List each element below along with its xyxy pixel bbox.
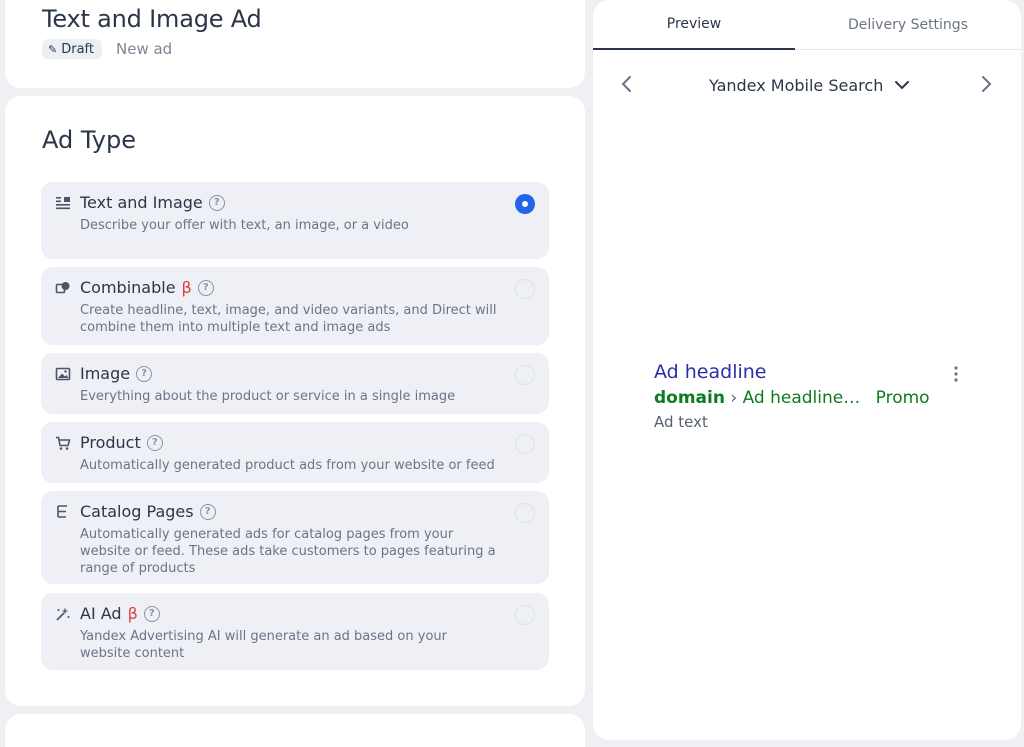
catalog-tree-icon xyxy=(55,504,71,520)
help-icon[interactable]: ? xyxy=(146,434,163,451)
help-icon[interactable]: ? xyxy=(197,279,214,296)
help-icon[interactable]: ? xyxy=(208,194,225,211)
chevron-right-icon[interactable] xyxy=(974,72,998,96)
option-title: Catalog Pages ? xyxy=(80,502,216,521)
help-icon[interactable]: ? xyxy=(143,605,160,622)
ad-url: domain › Ad headline… Promo xyxy=(654,386,994,410)
option-title: Image ? xyxy=(80,364,153,383)
option-description: Yandex Advertising AI will generate an a… xyxy=(80,629,447,661)
preview-panel: Preview Delivery Settings Yandex Mobile … xyxy=(593,0,1021,740)
tab-preview[interactable]: Preview xyxy=(593,0,795,50)
radio-button[interactable] xyxy=(515,279,535,299)
combine-shapes-icon xyxy=(55,280,71,296)
next-section-card xyxy=(5,714,585,747)
option-title-text: Catalog Pages xyxy=(80,502,194,521)
ad-promo: Promo xyxy=(875,388,930,408)
ad-url-path: Ad headline… xyxy=(742,388,861,408)
preview-tabs: Preview Delivery Settings xyxy=(593,0,1021,50)
pencil-icon: ✎ xyxy=(48,42,58,56)
radio-button[interactable] xyxy=(515,434,535,454)
beta-badge: β xyxy=(181,278,192,297)
option-title-text: Combinable xyxy=(80,278,176,297)
help-icon[interactable]: ? xyxy=(199,503,216,520)
radio-button[interactable] xyxy=(515,605,535,625)
ad-type-option-text-and-image[interactable]: Text and Image ? Describe your offer wit… xyxy=(41,182,549,259)
ad-type-option-image[interactable]: Image ? Everything about the product or … xyxy=(41,353,549,414)
tab-delivery-settings[interactable]: Delivery Settings xyxy=(807,0,1009,50)
image-icon xyxy=(55,366,71,382)
text-lines-icon xyxy=(55,195,71,211)
ad-name-label: New ad xyxy=(116,40,173,58)
more-vertical-icon[interactable] xyxy=(949,364,963,384)
beta-badge: β xyxy=(127,604,138,623)
ad-header-card: Text and Image Ad ✎ Draft New ad xyxy=(5,0,585,88)
radio-button[interactable] xyxy=(515,365,535,385)
cart-icon xyxy=(55,435,71,451)
section-title: Ad Type xyxy=(42,126,136,154)
radio-button-selected[interactable] xyxy=(515,194,535,214)
option-title: Text and Image ? xyxy=(80,193,225,212)
chevron-left-icon[interactable] xyxy=(615,72,639,96)
ad-type-card: Ad Type Text and Image ? Describe your o… xyxy=(5,96,585,706)
ad-type-option-combinable[interactable]: Combinable β ? Create headline, text, im… xyxy=(41,267,549,345)
option-description: Describe your offer with text, an image,… xyxy=(80,218,409,233)
option-description: Automatically generated ads for catalog … xyxy=(80,527,496,576)
option-description: Create headline, text, image, and video … xyxy=(80,303,497,335)
option-title: Combinable β ? xyxy=(80,278,214,297)
option-title: AI Ad β ? xyxy=(80,604,160,623)
status-badge: ✎ Draft xyxy=(42,39,102,59)
option-title-text: Image xyxy=(80,364,131,383)
device-select[interactable]: Yandex Mobile Search xyxy=(709,73,911,97)
option-title-text: AI Ad xyxy=(80,604,122,623)
help-icon[interactable]: ? xyxy=(136,365,153,382)
ad-type-option-catalog-pages[interactable]: Catalog Pages ? Automatically generated … xyxy=(41,491,549,584)
option-description: Everything about the product or service … xyxy=(80,389,456,404)
radio-button[interactable] xyxy=(515,503,535,523)
ad-url-separator: › xyxy=(730,388,738,408)
option-title: Product ? xyxy=(80,433,163,452)
option-title-text: Product xyxy=(80,433,141,452)
ad-type-option-product[interactable]: Product ? Automatically generated produc… xyxy=(41,422,549,483)
chevron-down-icon xyxy=(893,76,911,94)
option-title-text: Text and Image xyxy=(80,193,203,212)
ad-headline[interactable]: Ad headline xyxy=(654,360,994,384)
status-badge-label: Draft xyxy=(61,41,94,57)
ad-domain: domain xyxy=(654,388,725,408)
ad-text: Ad text xyxy=(654,413,708,431)
option-description: Automatically generated product ads from… xyxy=(80,458,495,473)
page-title: Text and Image Ad xyxy=(42,5,262,33)
device-navigator: Yandex Mobile Search xyxy=(593,70,1021,100)
device-select-label: Yandex Mobile Search xyxy=(709,75,884,95)
magic-sparkle-icon xyxy=(55,606,71,622)
ad-preview: Ad headline domain › Ad headline… Promo … xyxy=(654,360,994,433)
ad-type-option-ai-ad[interactable]: AI Ad β ? Yandex Advertising AI will gen… xyxy=(41,593,549,670)
